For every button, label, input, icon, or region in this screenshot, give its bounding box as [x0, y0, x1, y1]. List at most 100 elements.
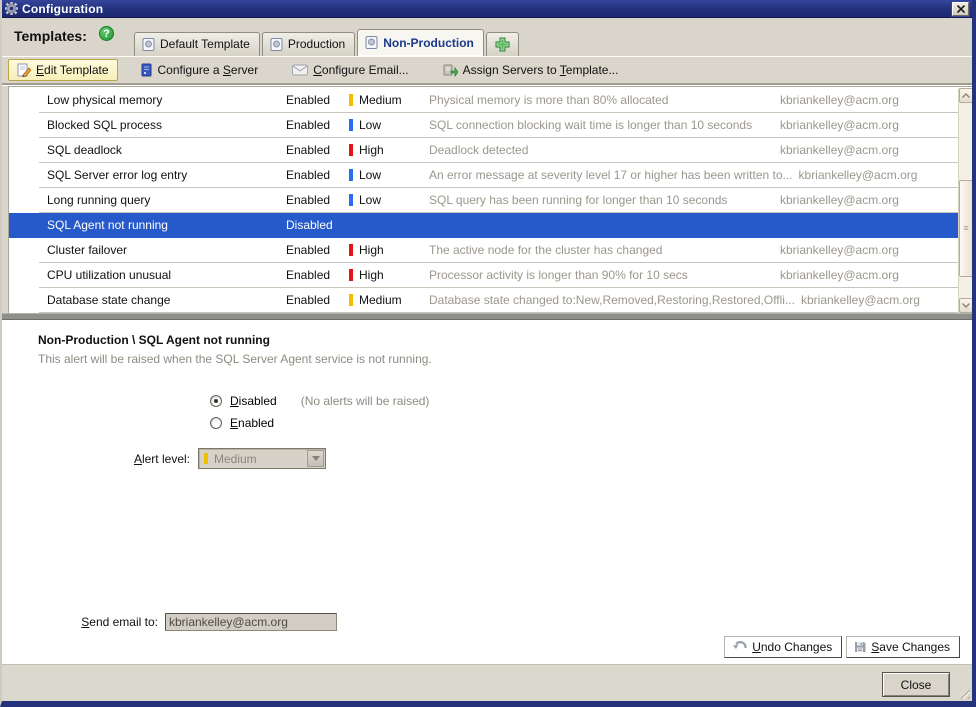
status-cell: Enabled	[286, 143, 331, 157]
scroll-up-arrow	[962, 93, 970, 98]
undo-changes-button[interactable]: Undo Changes	[724, 636, 843, 658]
save-changes-button[interactable]: Save Changes	[846, 636, 960, 658]
email-cell: kbriankelley@acm.org	[780, 143, 899, 157]
level-label: Low	[359, 168, 382, 182]
level-color-bar	[349, 94, 353, 106]
alert-name-cell: SQL Agent not running	[47, 218, 168, 232]
help-icon[interactable]: ?	[99, 26, 114, 41]
changes-button-row: Undo Changes Save Changes	[724, 636, 960, 658]
alert-level-dropdown[interactable]: Medium	[198, 448, 326, 469]
floppy-disk-icon	[854, 641, 866, 653]
status-cell: Enabled	[286, 293, 331, 307]
gear-icon	[5, 2, 18, 15]
description-cell: The active node for the cluster has chan…	[429, 243, 663, 257]
level-color-bar	[349, 169, 353, 181]
window-close-button[interactable]	[952, 1, 969, 16]
table-row[interactable]: Cluster failover Enabled High The active…	[9, 238, 958, 263]
alert-table-body: Low physical memory Enabled Medium Physi…	[9, 88, 972, 313]
tab-add-template[interactable]	[485, 32, 519, 56]
disabled-radio[interactable]	[210, 395, 222, 407]
send-email-label: Send email to:	[81, 615, 158, 629]
level-label: Medium	[359, 293, 402, 307]
table-row[interactable]: SQL Agent not running Disabled	[9, 213, 958, 238]
scroll-down-button[interactable]	[959, 298, 972, 313]
configure-server-button[interactable]: Configure a Server	[132, 60, 267, 80]
level-label: Medium	[359, 93, 402, 107]
tab-label: Default Template	[160, 37, 250, 51]
status-cell: Enabled	[286, 93, 331, 107]
tab-non-production[interactable]: Non-Production	[357, 29, 484, 56]
scroll-down-arrow	[962, 303, 970, 308]
level-cell: Medium	[349, 93, 429, 107]
assign-server-icon	[443, 63, 458, 77]
description-cell: Physical memory is more than 80% allocat…	[429, 93, 669, 107]
server-icon	[140, 63, 153, 77]
email-cell: kbriankelley@acm.org	[780, 193, 899, 207]
level-color-bar	[349, 144, 353, 156]
level-cell: Low	[349, 193, 429, 207]
description-cell: Database state changed to:New,Removed,Re…	[429, 293, 795, 307]
description-cell: An error message at severity level 17 or…	[429, 168, 793, 182]
level-color-bar	[349, 294, 353, 306]
table-row[interactable]: SQL deadlock Enabled High Deadlock detec…	[9, 138, 958, 163]
description-cell: SQL connection blocking wait time is lon…	[429, 118, 753, 132]
radio-row-enabled[interactable]: Enabled	[210, 412, 972, 434]
level-color-bar	[349, 119, 353, 131]
table-row[interactable]: SQL Server error log entry Enabled Low A…	[9, 163, 972, 188]
template-toolbar: Edit Template Configure a Server Configu…	[2, 56, 972, 84]
templates-header: Templates: ? Default Template Production…	[2, 18, 972, 56]
tab-production[interactable]: Production	[261, 32, 356, 56]
table-row[interactable]: Long running query Enabled Low SQL query…	[9, 188, 958, 213]
configure-email-button[interactable]: Configure Email...	[284, 60, 416, 80]
level-cell: High	[349, 243, 429, 257]
title-bar[interactable]: Configuration	[2, 0, 972, 18]
send-email-input[interactable]	[165, 613, 337, 631]
enabled-radio[interactable]	[210, 417, 222, 429]
table-row[interactable]: Database state change Enabled Medium Dat…	[9, 288, 972, 313]
table-row[interactable]: CPU utilization unusual Enabled High Pro…	[9, 263, 958, 288]
template-page-icon	[142, 37, 155, 51]
detail-description: This alert will be raised when the SQL S…	[38, 352, 432, 366]
level-color-bar	[349, 269, 353, 281]
dropdown-button[interactable]	[307, 450, 324, 467]
level-label: High	[359, 243, 384, 257]
close-button[interactable]: Close	[882, 672, 950, 697]
thumb-grip-icon: ≡	[963, 223, 969, 233]
assign-servers-button[interactable]: Assign Servers to Template...	[435, 60, 627, 80]
undo-arrow-icon	[732, 641, 747, 653]
level-label: Low	[359, 193, 382, 207]
status-cell: Enabled	[286, 193, 331, 207]
level-color-bar	[349, 244, 353, 256]
template-tab-strip: Default Template Production Non-Producti…	[134, 18, 521, 56]
pane-splitter[interactable]	[2, 313, 972, 320]
level-cell: Medium	[349, 293, 429, 307]
tab-default-template[interactable]: Default Template	[134, 32, 260, 56]
alert-detail-pane: Non-Production \ SQL Agent not running T…	[2, 320, 972, 664]
templates-label: Templates:	[14, 28, 87, 44]
level-cell: High	[349, 268, 429, 282]
level-color-bar	[349, 194, 353, 206]
alert-name-cell: Low physical memory	[47, 93, 163, 107]
resize-grip[interactable]	[956, 685, 970, 699]
alert-level-row: Alert level: Medium	[2, 448, 972, 469]
alert-name-cell: Long running query	[47, 193, 151, 207]
email-cell: kbriankelley@acm.org	[780, 268, 899, 282]
vertical-scrollbar[interactable]: ≡	[958, 88, 972, 313]
level-label: High	[359, 268, 384, 282]
disabled-note: (No alerts will be raised)	[300, 394, 430, 408]
radio-row-disabled[interactable]: Disabled (No alerts will be raised)	[210, 390, 972, 412]
email-cell: kbriankelley@acm.org	[780, 118, 899, 132]
tab-label: Production	[287, 37, 346, 51]
alert-name-cell: CPU utilization unusual	[47, 268, 172, 282]
table-row[interactable]: Low physical memory Enabled Medium Physi…	[9, 88, 958, 113]
status-cell: Enabled	[286, 268, 331, 282]
table-row[interactable]: Blocked SQL process Enabled Low SQL conn…	[9, 113, 958, 138]
configuration-dialog: Configuration Templates: ? Default Templ…	[0, 0, 976, 707]
add-plus-icon	[495, 37, 510, 52]
scrollbar-thumb[interactable]: ≡	[959, 180, 972, 277]
level-color-bar	[204, 453, 208, 464]
edit-template-button[interactable]: Edit Template	[8, 59, 118, 81]
chevron-down-icon	[311, 456, 320, 461]
description-cell: Processor activity is longer than 90% fo…	[429, 268, 688, 282]
scroll-up-button[interactable]	[959, 88, 972, 103]
